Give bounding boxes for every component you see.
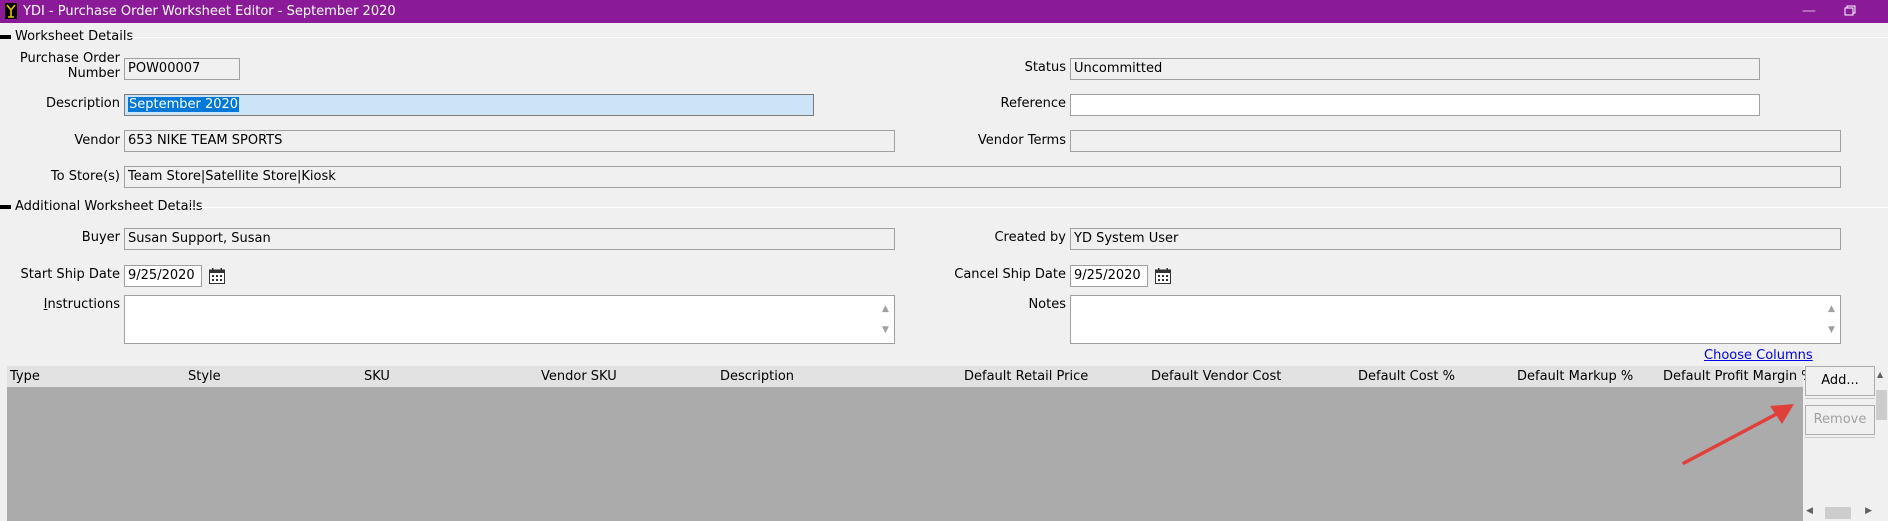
vendor-terms-field[interactable]	[1070, 130, 1841, 152]
scrollbar-thumb[interactable]	[1876, 390, 1887, 420]
section-marker	[0, 35, 11, 39]
po-number-field[interactable]: POW00007	[124, 58, 240, 80]
vendor-terms-label: Vendor Terms	[977, 133, 1066, 148]
scroll-right-icon[interactable]: ▶	[1865, 506, 1872, 516]
status-field[interactable]: Uncommitted	[1070, 58, 1760, 80]
vendor-label: Vendor	[74, 133, 120, 148]
annotation-arrow-icon	[1682, 404, 1794, 465]
to-stores-label: To Store(s)	[50, 169, 120, 184]
window-title: YDI - Purchase Order Worksheet Editor - …	[23, 4, 396, 19]
scroll-down-icon[interactable]: ▼	[1828, 320, 1835, 340]
column-header-default-profit-margin-pct[interactable]: Default Profit Margin %	[1663, 369, 1814, 384]
column-header-vendor-sku[interactable]: Vendor SKU	[541, 369, 617, 384]
start-ship-date-input[interactable]: 9/25/2020	[124, 265, 202, 287]
column-header-sku[interactable]: SKU	[364, 369, 390, 384]
section-title-additional-details: Additional Worksheet Details	[15, 199, 203, 214]
grid-header: Type Style SKU Vendor SKU Description De…	[7, 366, 1814, 388]
vendor-field[interactable]: 653 NIKE TEAM SPORTS	[124, 130, 895, 152]
instructions-label: Instructions	[10, 297, 120, 312]
description-label: Description	[45, 96, 120, 111]
description-input[interactable]: September 2020	[124, 94, 814, 116]
scroll-up-icon[interactable]: ▲	[1828, 299, 1835, 319]
created-by-label: Created by	[994, 230, 1066, 245]
po-number-label: Purchase Order Number	[10, 51, 120, 81]
created-by-field[interactable]: YD System User	[1070, 228, 1841, 250]
section-divider	[128, 37, 1888, 38]
title-bar: YDI - Purchase Order Worksheet Editor - …	[0, 0, 1888, 23]
column-header-style[interactable]: Style	[188, 369, 221, 384]
column-header-type[interactable]: Type	[10, 369, 40, 384]
notes-label: Notes	[1028, 297, 1066, 312]
buyer-field[interactable]: Susan Support, Susan	[124, 228, 895, 250]
calendar-icon[interactable]	[208, 267, 226, 285]
po-number-label-line1: Purchase Order	[19, 51, 120, 66]
start-ship-date-label: Start Ship Date	[20, 267, 120, 282]
calendar-icon[interactable]	[1154, 267, 1172, 285]
choose-columns-link[interactable]: Choose Columns	[1704, 348, 1813, 363]
remove-button[interactable]: Remove	[1805, 405, 1875, 435]
divider	[1805, 437, 1875, 438]
reference-label: Reference	[1000, 96, 1066, 111]
section-divider	[190, 207, 1888, 208]
restore-button[interactable]	[1834, 1, 1864, 21]
section-title-worksheet-details: Worksheet Details	[15, 29, 134, 44]
description-selected-text: September 2020	[128, 97, 240, 112]
column-header-description[interactable]: Description	[720, 369, 794, 384]
grid-body[interactable]	[7, 387, 1803, 521]
column-header-default-markup-pct[interactable]: Default Markup %	[1517, 369, 1633, 384]
grid-horizontal-scrollbar[interactable]: ◀ ▶	[1803, 505, 1875, 521]
instructions-textarea[interactable]: ▲ ▼	[124, 295, 895, 344]
notes-scrollbar[interactable]: ▲ ▼	[1825, 297, 1839, 342]
status-label: Status	[1024, 60, 1066, 75]
section-marker	[0, 205, 11, 209]
scroll-up-icon[interactable]: ▲	[1877, 370, 1883, 379]
buyer-label: Buyer	[81, 230, 120, 245]
notes-textarea[interactable]: ▲ ▼	[1070, 295, 1841, 344]
column-header-default-retail-price[interactable]: Default Retail Price	[964, 369, 1088, 384]
to-stores-field[interactable]: Team Store|Satellite Store|Kiosk	[124, 166, 1841, 188]
grid-vertical-scrollbar[interactable]: ▲	[1875, 366, 1888, 521]
cancel-ship-date-input[interactable]: 9/25/2020	[1070, 265, 1148, 287]
reference-input[interactable]	[1070, 94, 1760, 116]
instructions-label-text: nstructions	[47, 297, 120, 312]
po-number-label-line2: Number	[67, 66, 120, 81]
app-logo-icon	[5, 3, 17, 19]
add-button[interactable]: Add...	[1805, 366, 1875, 396]
column-header-default-vendor-cost[interactable]: Default Vendor Cost	[1151, 369, 1281, 384]
cancel-ship-date-label: Cancel Ship Date	[954, 267, 1066, 282]
scroll-up-icon[interactable]: ▲	[882, 299, 889, 319]
scrollbar-thumb[interactable]	[1825, 507, 1851, 519]
scroll-down-icon[interactable]: ▼	[882, 320, 889, 340]
divider	[1805, 398, 1875, 399]
minimize-button[interactable]: —	[1794, 1, 1824, 21]
scroll-left-icon[interactable]: ◀	[1806, 506, 1813, 516]
column-header-default-cost-pct[interactable]: Default Cost %	[1358, 369, 1455, 384]
instructions-scrollbar[interactable]: ▲ ▼	[879, 297, 893, 342]
